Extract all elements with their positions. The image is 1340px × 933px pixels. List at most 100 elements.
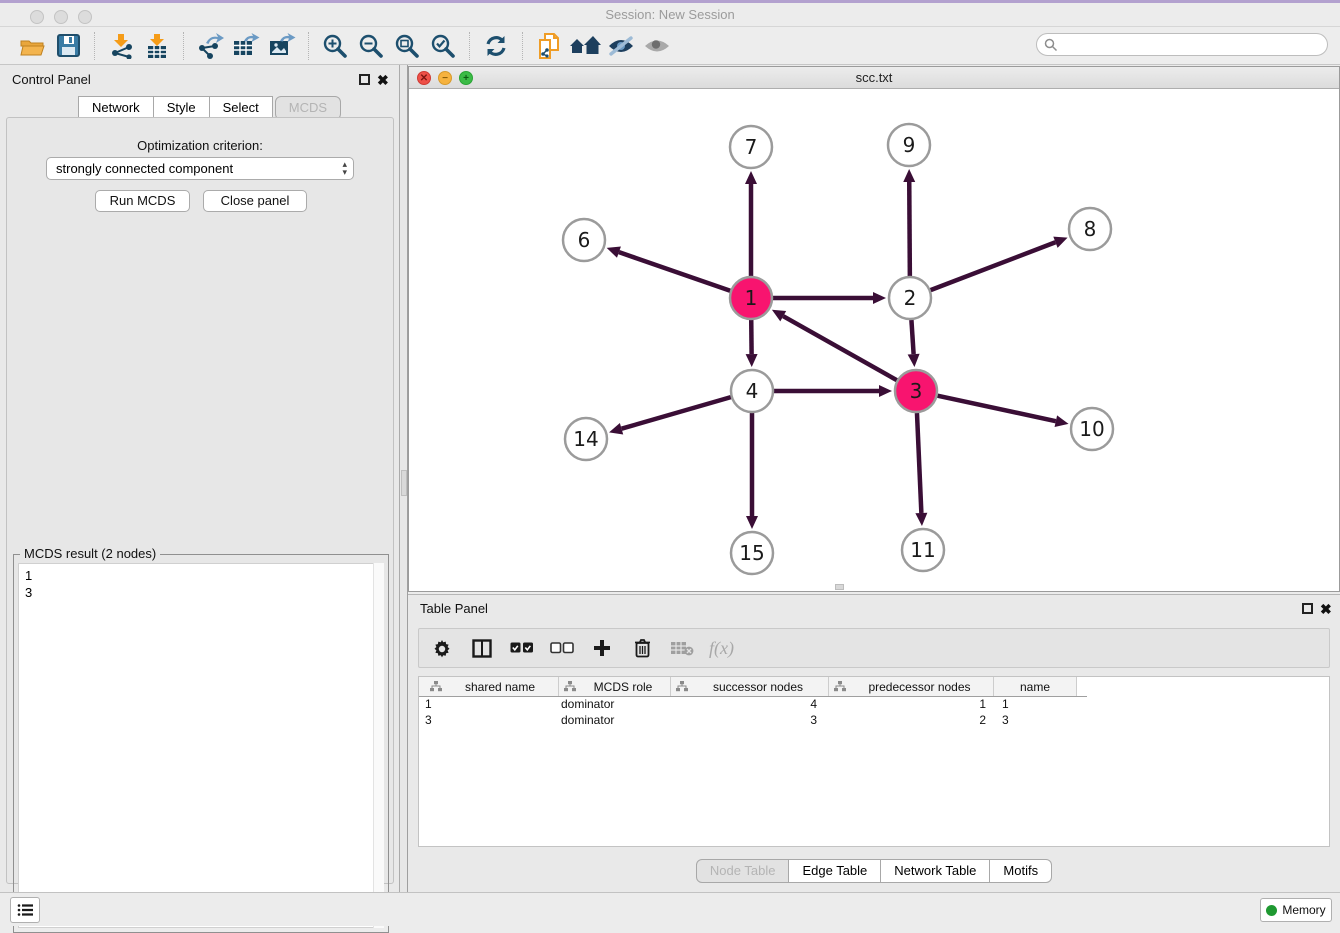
window-minimize-icon[interactable] (54, 10, 68, 24)
column-settings-button[interactable] (429, 635, 455, 661)
task-history-button[interactable] (10, 897, 40, 923)
plus-icon (593, 639, 611, 657)
node-label: 10 (1079, 417, 1104, 441)
network-canvas[interactable]: 7968124314101511 (409, 89, 1339, 592)
column-header-name[interactable]: name (994, 677, 1077, 696)
cell-predecessor-nodes[interactable]: 1 (829, 697, 994, 713)
panel-splitter[interactable] (400, 65, 408, 892)
memory-button[interactable]: Memory (1260, 898, 1332, 922)
apply-layout-button[interactable] (478, 30, 514, 62)
export-table-icon (232, 33, 261, 59)
cell-shared-name[interactable]: 1 (419, 697, 559, 713)
show-details-button[interactable] (639, 30, 675, 62)
edge-2-8[interactable] (931, 242, 1056, 290)
cell-name[interactable]: 1 (994, 697, 1077, 713)
arrowhead-icon (609, 423, 623, 435)
status-bar: Memory (0, 892, 1340, 926)
column-view-button[interactable] (469, 635, 495, 661)
home-icon (569, 34, 601, 58)
run-mcds-button[interactable]: Run MCDS (95, 190, 190, 212)
shared-column-icon (676, 681, 688, 692)
cell-name[interactable]: 3 (994, 713, 1077, 729)
tab-edge-table[interactable]: Edge Table (789, 859, 881, 883)
network-view-window: ✕ − + scc.txt 7968124314101511 (408, 66, 1340, 592)
export-table-button[interactable] (228, 30, 264, 62)
window-close-icon[interactable] (30, 10, 44, 24)
column-header-successor-nodes[interactable]: successor nodes (671, 677, 829, 696)
delete-row-button[interactable] (629, 635, 655, 661)
close-panel-button[interactable]: Close panel (203, 190, 307, 212)
splitter-grip[interactable] (401, 470, 407, 496)
edge-2-3[interactable] (911, 320, 913, 354)
zoom-selected-icon (430, 33, 456, 59)
float-table-panel-icon[interactable] (1302, 603, 1313, 614)
import-network-button[interactable] (103, 30, 139, 62)
close-table-panel-icon[interactable]: ✖ (1320, 602, 1332, 616)
search-input[interactable] (1058, 36, 1327, 54)
clone-network-icon (536, 32, 563, 60)
edge-2-9[interactable] (909, 182, 910, 276)
memory-status-icon (1266, 905, 1277, 916)
zoom-in-button[interactable] (317, 30, 353, 62)
network-maximize-icon[interactable]: + (459, 71, 473, 85)
clone-network-button[interactable] (531, 30, 567, 62)
zoom-out-icon (358, 33, 384, 59)
network-minimize-icon[interactable]: − (438, 71, 452, 85)
cell-mcds-role[interactable]: dominator (559, 697, 671, 713)
zoom-out-button[interactable] (353, 30, 389, 62)
edge-1-6[interactable] (619, 252, 730, 291)
close-panel-icon[interactable]: ✖ (377, 73, 389, 87)
table-toolbar: f(x) (418, 628, 1330, 668)
save-session-button[interactable] (50, 30, 86, 62)
zoom-selected-button[interactable] (425, 30, 461, 62)
select-all-button[interactable] (509, 635, 535, 661)
node-label: 14 (573, 427, 598, 451)
export-network-button[interactable] (192, 30, 228, 62)
toolbar-separator (94, 32, 95, 60)
arrowhead-icon (915, 513, 927, 526)
edge-3-10[interactable] (938, 396, 1056, 422)
window-zoom-icon[interactable] (78, 10, 92, 24)
cell-successor-nodes[interactable]: 4 (671, 697, 829, 713)
table-row[interactable]: 3 dominator 3 2 3 (419, 713, 1329, 729)
import-network-icon (108, 33, 134, 59)
import-table-button[interactable] (139, 30, 175, 62)
tab-node-table[interactable]: Node Table (696, 859, 790, 883)
select-stepper-icon: ▴▾ (342, 160, 347, 176)
gear-icon (432, 638, 452, 658)
cell-shared-name[interactable]: 3 (419, 713, 559, 729)
edge-3-11[interactable] (917, 413, 921, 513)
open-session-button[interactable] (14, 30, 50, 62)
column-header-shared-name[interactable]: shared name (419, 677, 559, 696)
arrowhead-icon (908, 354, 920, 367)
edge-4-14[interactable] (622, 397, 731, 429)
column-header-predecessor-nodes[interactable]: predecessor nodes (829, 677, 994, 696)
cell-mcds-role[interactable]: dominator (559, 713, 671, 729)
tab-motifs[interactable]: Motifs (990, 859, 1052, 883)
tab-network-table[interactable]: Network Table (881, 859, 990, 883)
export-image-icon (268, 33, 297, 59)
checked-boxes-icon (510, 642, 534, 654)
mcds-result-text[interactable]: 1 3 (18, 563, 384, 928)
mcds-tab-content: Optimization criterion: strongly connect… (6, 117, 394, 884)
result-scrollbar[interactable] (373, 563, 384, 928)
network-close-icon[interactable]: ✕ (417, 71, 431, 85)
column-header-mcds-role[interactable]: MCDS role (559, 677, 671, 696)
deselect-all-button[interactable] (549, 635, 575, 661)
float-panel-icon[interactable] (359, 74, 370, 85)
home-button[interactable] (567, 30, 603, 62)
network-window-titlebar[interactable]: ✕ − + scc.txt (409, 67, 1339, 89)
network-resize-grip[interactable] (835, 584, 844, 590)
search-box[interactable] (1036, 33, 1328, 56)
zoom-fit-button[interactable] (389, 30, 425, 62)
node-label: 11 (910, 538, 935, 562)
cell-successor-nodes[interactable]: 3 (671, 713, 829, 729)
cell-predecessor-nodes[interactable]: 2 (829, 713, 994, 729)
hide-details-button[interactable] (603, 30, 639, 62)
export-image-button[interactable] (264, 30, 300, 62)
table-row[interactable]: 1 dominator 4 1 1 (419, 697, 1329, 713)
optimization-criterion-select[interactable]: strongly connected component ▴▾ (46, 157, 354, 180)
memory-label: Memory (1282, 903, 1325, 917)
add-row-button[interactable] (589, 635, 615, 661)
edge-3-1[interactable] (783, 316, 897, 380)
